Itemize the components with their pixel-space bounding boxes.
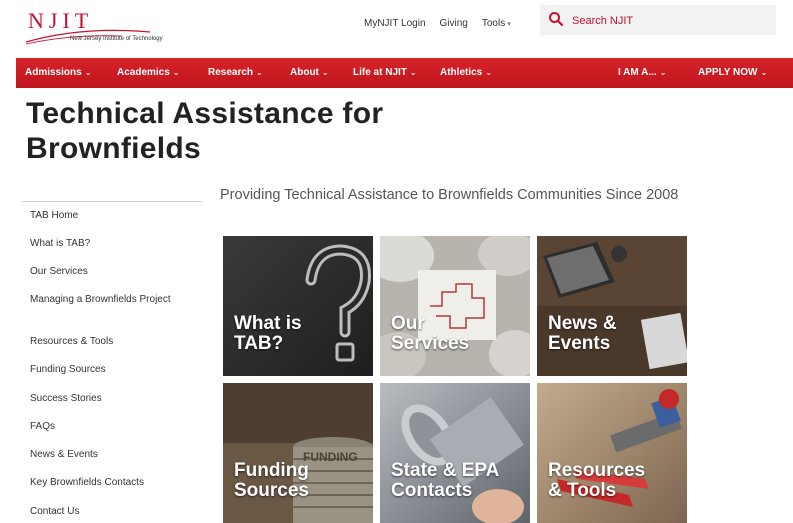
tile-news-events[interactable]: News & Events xyxy=(537,236,687,376)
chevron-down-icon: ⌄ xyxy=(409,68,417,77)
sidebar-item-key-contacts[interactable]: Key Brownfields Contacts xyxy=(30,477,144,489)
search-input[interactable] xyxy=(570,11,764,31)
chevron-down-icon: ⌄ xyxy=(256,68,263,77)
chevron-down-icon: ⌄ xyxy=(321,68,329,77)
tile-label: Resources & Tools xyxy=(548,460,646,501)
nav-apply-now[interactable]: APPLY NOW ⌄ xyxy=(698,58,767,88)
crumpled-paper-maze-image xyxy=(380,236,530,376)
chevron-down-icon: ⌄ xyxy=(84,68,92,77)
tile-what-is-tab[interactable]: What is TAB? xyxy=(223,236,373,376)
tile-label: Funding Sources xyxy=(234,460,309,501)
nav-label: Life at NJIT xyxy=(353,67,407,78)
sidebar-item-managing-project[interactable]: Managing a Brownfields Project xyxy=(30,294,180,306)
main-nav: Admissions ⌄ Academics ⌄ Research ⌄ About ⌄ … xyxy=(16,58,793,88)
logo-subtext: New Jersey Institute of Technology xyxy=(70,36,163,42)
chevron-down-icon: ⌄ xyxy=(485,68,492,77)
nav-label: About xyxy=(290,67,319,78)
sidebar-item-our-services[interactable]: Our Services xyxy=(30,266,88,278)
chevron-down-icon: ⌄ xyxy=(659,68,667,77)
nav-label: I AM A... xyxy=(618,67,657,78)
tile-label: News & Events xyxy=(548,313,617,354)
sidebar-item-news-events[interactable]: News & Events xyxy=(30,449,98,461)
nav-label: Athletics xyxy=(440,67,483,78)
utility-links: MyNJIT Login Giving Tools ▾ xyxy=(364,18,511,29)
sidebar-item-funding-sources[interactable]: Funding Sources xyxy=(30,364,106,376)
tools-label: Tools xyxy=(481,18,506,29)
sidebar-item-resources-tools[interactable]: Resources & Tools xyxy=(30,336,113,348)
sidebar-item-what-is-tab[interactable]: What is TAB? xyxy=(30,238,90,250)
nav-i-am-a[interactable]: I AM A... ⌄ xyxy=(618,58,666,88)
logo-text: NJIT xyxy=(28,8,94,33)
nav-about[interactable]: About ⌄ xyxy=(290,58,329,88)
page-title-line: Brownfields xyxy=(26,132,201,165)
nav-label: APPLY NOW xyxy=(698,67,758,78)
mynjit-login-link[interactable]: MyNJIT Login xyxy=(364,18,426,29)
tile-label: Our Services xyxy=(391,313,470,354)
nav-label: Research xyxy=(208,67,254,78)
giving-link[interactable]: Giving xyxy=(440,18,468,29)
sidebar-item-faqs[interactable]: FAQs xyxy=(30,421,55,433)
tin-can-phone-image xyxy=(380,383,530,523)
nav-life-at-njit[interactable]: Life at NJIT ⌄ xyxy=(353,58,417,88)
nav-admissions[interactable]: Admissions ⌄ xyxy=(25,58,91,88)
njit-logo[interactable]: NJIT New Jersey Institute of Technology xyxy=(22,8,172,48)
tile-our-services[interactable]: Our Services xyxy=(380,236,530,376)
page-title-line: Technical Assistance for xyxy=(26,97,384,130)
tile-funding-sources[interactable]: FUNDING Funding Sources xyxy=(223,383,373,523)
page-tagline: Providing Technical Assistance to Brownf… xyxy=(220,187,679,203)
search-icon[interactable] xyxy=(548,11,564,27)
nav-academics[interactable]: Academics ⌄ xyxy=(117,58,180,88)
tile-label: State & EPA Contacts xyxy=(391,460,500,501)
sidebar-item-success-stories[interactable]: Success Stories xyxy=(30,393,102,405)
tile-resources-tools[interactable]: Resources & Tools xyxy=(537,383,687,523)
nav-athletics[interactable]: Athletics ⌄ xyxy=(440,58,492,88)
chevron-down-icon: ⌄ xyxy=(760,68,768,77)
tools-link[interactable]: Tools ▾ xyxy=(482,18,511,29)
nav-research[interactable]: Research ⌄ xyxy=(208,58,263,88)
search-box xyxy=(540,5,776,35)
tile-state-epa-contacts[interactable]: State & EPA Contacts xyxy=(380,383,530,523)
top-header: NJIT New Jersey Institute of Technology … xyxy=(0,0,793,56)
chevron-down-icon: ▾ xyxy=(507,21,511,28)
sidebar-divider xyxy=(22,201,202,202)
chevron-down-icon: ⌄ xyxy=(172,68,180,77)
nav-label: Academics xyxy=(117,67,170,78)
page-title: Technical Assistance for Brownfields xyxy=(26,96,383,166)
nav-label: Admissions xyxy=(25,67,82,78)
tools-workbench-image xyxy=(537,383,687,523)
sidebar-item-contact-us[interactable]: Contact Us xyxy=(30,506,79,518)
chalkboard-question-image xyxy=(223,236,373,376)
funding-sign-text: FUNDING xyxy=(303,450,358,464)
laptop-desk-image xyxy=(537,236,687,376)
tile-label: What is TAB? xyxy=(234,313,302,354)
coin-stack-image: FUNDING xyxy=(223,383,373,523)
sidebar-item-tab-home[interactable]: TAB Home xyxy=(30,210,78,222)
